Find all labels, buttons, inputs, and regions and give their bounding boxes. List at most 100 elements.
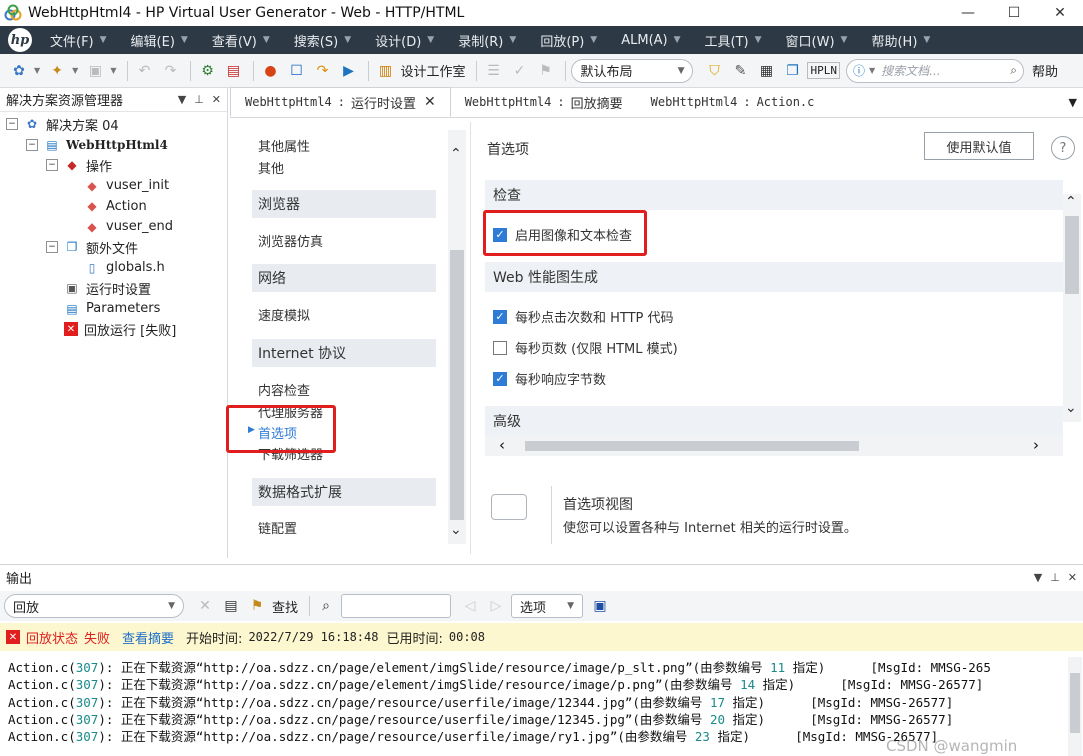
tree-replay-run[interactable]: ✕ 回放运行 [失败]	[0, 319, 227, 340]
search-icon[interactable]: ⌕	[315, 595, 337, 617]
record-icon[interactable]: ●	[259, 60, 281, 82]
pages-per-sec-checkbox[interactable]: 每秒页数 (仅限 HTML 模式)	[493, 338, 678, 357]
tab-runtime-settings[interactable]: WebHttpHtml4: 运行时设置 ✕	[230, 87, 451, 117]
nav-other[interactable]: 其他	[258, 158, 284, 177]
menu-search[interactable]: 搜索(S) ▼	[294, 31, 351, 50]
view-summary-link[interactable]: 查看摘要	[122, 628, 174, 647]
menu-file[interactable]: 文件(F) ▼	[50, 31, 107, 50]
horizontal-scrollbar[interactable]: ‹ ›	[485, 436, 1063, 456]
scroll-down-icon[interactable]: ⌄	[450, 522, 462, 538]
output-search-input[interactable]	[341, 594, 452, 618]
parameters-icon[interactable]: ▤	[222, 60, 244, 82]
grid-icon[interactable]: ▦	[755, 60, 777, 82]
menu-record[interactable]: 录制(R) ▼	[458, 31, 516, 50]
tree-parameters[interactable]: ▤ Parameters	[0, 299, 227, 320]
tree-globals-h[interactable]: ▯ globals.h	[0, 258, 227, 279]
save-icon[interactable]: ▣	[84, 60, 106, 82]
tree-vuser-init[interactable]: ◆ vuser_init	[0, 176, 227, 197]
layout-select[interactable]: 默认布局 ▼	[571, 58, 694, 83]
clear-icon[interactable]: ✕	[194, 595, 216, 617]
shield-icon[interactable]: ⛉	[703, 60, 725, 82]
close-pane-icon[interactable]: ✕	[1068, 571, 1077, 584]
menu-view[interactable]: 查看(V) ▼	[212, 31, 270, 50]
nav-scrollbar[interactable]: ⌃ ⌄	[448, 130, 466, 544]
menu-replay[interactable]: 回放(P) ▼	[540, 31, 597, 50]
hpln-button[interactable]: HPLN	[807, 62, 840, 79]
output-source-select[interactable]: 回放 ▼	[4, 594, 184, 618]
help-icon[interactable]: ?	[1051, 136, 1075, 160]
menu-help[interactable]: 帮助(H) ▼	[871, 31, 930, 50]
tree-action[interactable]: ◆ Action	[0, 196, 227, 217]
scroll-up-icon[interactable]: ⌃	[1065, 194, 1077, 210]
prev-icon[interactable]: ◁	[459, 595, 481, 617]
solution-explorer-header: 解决方案资源管理器 ▼ ⊥ ✕	[0, 88, 227, 112]
list-view-icon[interactable]: ▤	[220, 595, 242, 617]
list-icon[interactable]: ☰	[482, 60, 504, 82]
tree-script[interactable]: − ▤ WebHttpHtml4	[0, 135, 227, 156]
compile-icon[interactable]: ☐	[285, 60, 307, 82]
help-button[interactable]: 帮助	[1032, 61, 1058, 80]
scroll-up-icon[interactable]: ⌃	[450, 146, 462, 162]
help-search-input[interactable]: ⓘ ▼ 搜索文档... ⌕	[845, 58, 1024, 83]
nav-browser-emulation[interactable]: 浏览器仿真	[258, 231, 323, 250]
nav-content-check[interactable]: 内容检查	[258, 380, 310, 399]
menu-alm[interactable]: ALM(A) ▼	[621, 33, 680, 48]
play-icon[interactable]: ▶	[337, 60, 359, 82]
nav-scroll-thumb[interactable]	[450, 250, 464, 520]
tree-vuser-end[interactable]: ◆ vuser_end	[0, 217, 227, 238]
scroll-left-icon[interactable]: ‹	[499, 436, 505, 454]
tab-action-c[interactable]: WebHttpHtml4: Action.c	[637, 87, 829, 117]
new-script-icon[interactable]: ✦	[46, 60, 68, 82]
menu-tools[interactable]: 工具(T) ▼	[705, 31, 762, 50]
tab-replay-summary[interactable]: WebHttpHtml4: 回放摘要	[451, 87, 637, 117]
window-icon[interactable]: ❐	[781, 60, 803, 82]
runtime-settings-icon[interactable]: ⚙	[196, 60, 218, 82]
undo-icon[interactable]: ↶	[133, 60, 155, 82]
step-icon[interactable]: ↷	[311, 60, 333, 82]
tree-solution[interactable]: − ✿ 解决方案 04	[0, 114, 227, 135]
vertical-scrollbar[interactable]: ⌃ ⌄	[1063, 194, 1081, 422]
menu-edit[interactable]: 编辑(E) ▼	[131, 31, 188, 50]
nav-speed-sim[interactable]: 速度模拟	[258, 305, 310, 324]
tab-list-icon[interactable]: ▼	[1069, 96, 1077, 109]
pen-icon[interactable]: ✎	[729, 60, 751, 82]
next-icon[interactable]: ▷	[485, 595, 507, 617]
minimize-button[interactable]: —	[945, 5, 991, 21]
log-scrollbar[interactable]	[1068, 657, 1082, 756]
pane-menu-icon[interactable]: ▼	[178, 93, 186, 106]
design-studio-icon[interactable]: ▥	[374, 60, 396, 82]
close-tab-icon[interactable]: ✕	[424, 94, 436, 110]
nav-chain-config[interactable]: 链配置	[258, 518, 297, 537]
tree-extra-files[interactable]: − ❐ 额外文件	[0, 237, 227, 258]
search-icon[interactable]: ⌕	[1010, 63, 1017, 78]
log-scroll-thumb[interactable]	[1070, 673, 1080, 733]
find-icon[interactable]: ⚑	[246, 595, 268, 617]
checkpoint-icon[interactable]: ✓	[508, 60, 530, 82]
menu-window[interactable]: 窗口(W) ▼	[786, 31, 848, 50]
design-studio-button[interactable]: 设计工作室	[400, 61, 465, 80]
new-solution-icon[interactable]: ✿	[8, 60, 30, 82]
scroll-down-icon[interactable]: ⌄	[1065, 400, 1077, 416]
close-pane-icon[interactable]: ✕	[212, 93, 221, 106]
nav-other-props[interactable]: 其他属性	[258, 136, 310, 155]
pin-icon[interactable]: ⊥	[1050, 571, 1060, 584]
pane-menu-icon[interactable]: ▼	[1034, 571, 1042, 584]
scroll-right-icon[interactable]: ›	[1033, 436, 1039, 454]
hits-per-sec-checkbox[interactable]: ✓ 每秒点击次数和 HTTP 代码	[493, 307, 674, 326]
find-button[interactable]: 查找	[272, 597, 298, 616]
pin-icon[interactable]: ⊥	[194, 93, 204, 106]
options-select[interactable]: 选项 ▼	[511, 594, 584, 618]
bookmark-icon[interactable]: ⚑	[534, 60, 556, 82]
use-defaults-button[interactable]: 使用默认值	[924, 132, 1034, 160]
redo-icon[interactable]: ↷	[159, 60, 181, 82]
menu-design[interactable]: 设计(D) ▼	[375, 31, 434, 50]
output-header: 输出 ▼ ⊥ ✕	[0, 565, 1083, 589]
maximize-button[interactable]: ☐	[991, 5, 1037, 21]
close-button[interactable]: ✕	[1037, 5, 1083, 21]
hscroll-thumb[interactable]	[525, 441, 859, 451]
save-icon[interactable]: ▣	[589, 595, 611, 617]
bytes-per-sec-checkbox[interactable]: ✓ 每秒响应字节数	[493, 369, 606, 388]
tree-actions[interactable]: − ◆ 操作	[0, 155, 227, 176]
vscroll-thumb[interactable]	[1065, 216, 1079, 294]
tree-runtime-settings[interactable]: ▣ 运行时设置	[0, 278, 227, 299]
